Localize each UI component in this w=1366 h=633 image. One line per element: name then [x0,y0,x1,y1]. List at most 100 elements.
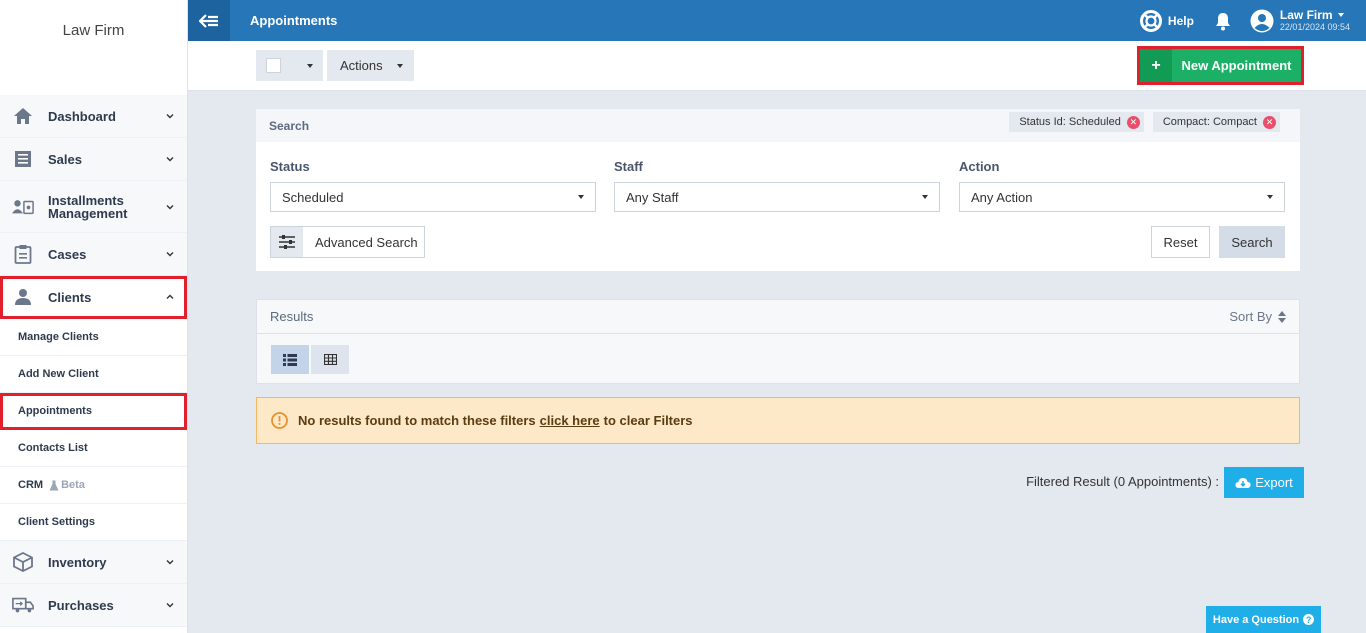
filter-chip-label: Status Id: Scheduled [1019,116,1121,128]
export-button[interactable]: Export [1224,467,1304,498]
sidebar-subitem-label: CRM [18,479,44,491]
status-value: Scheduled [282,189,344,205]
clipboard-icon [12,244,34,264]
lifebuoy-icon [1139,9,1162,32]
sidebar: Law Firm Dashboard Sales Installments Ma… [0,0,188,633]
user-datetime: 22/01/2024 09:54 [1279,21,1350,32]
caret-down-icon [1267,195,1273,199]
user-avatar-icon [1250,9,1274,32]
sort-by-button[interactable]: Sort By [1229,309,1286,324]
page-title: Appointments [250,13,338,28]
notifications-button[interactable] [1214,11,1232,31]
search-panel-header: Search Status Id: Scheduled ✕ Compact: C… [256,109,1300,142]
actions-dropdown[interactable]: Actions [327,50,414,81]
select-all-dropdown[interactable] [256,50,323,81]
plus-icon: + [1140,49,1172,82]
bell-icon [1215,12,1230,30]
new-appointment-button[interactable]: + New Appointment [1137,46,1304,85]
reset-button[interactable]: Reset [1151,226,1210,258]
sort-icon [1278,310,1286,323]
have-a-question-label: Have a Question [1212,613,1300,626]
installments-icon [12,197,34,217]
user-name: Law Firm [1279,7,1333,22]
list-view-button[interactable] [271,345,309,374]
select-all-checkbox[interactable] [266,58,281,73]
sidebar-subitem-client-settings[interactable]: Client Settings [0,504,187,541]
table-icon [323,354,337,365]
sidebar-subitem-appointments[interactable]: Appointments [0,393,187,430]
beta-badge: Beta [49,479,85,491]
status-label: Status [270,159,310,174]
chevron-down-icon [166,114,174,119]
action-select[interactable]: Any Action [959,182,1285,212]
sidebar-item-dashboard[interactable]: Dashboard [0,95,187,138]
advanced-search-label: Advanced Search [315,234,418,250]
sidebar-subitem-add-new-client[interactable]: Add New Client [0,356,187,393]
truck-icon [12,595,34,615]
sidebar-item-cases[interactable]: Cases [0,233,187,276]
action-value: Any Action [971,189,1033,205]
view-toggle [271,345,349,374]
alert-text-after: to clear Filters [603,413,693,428]
results-header: Results Sort By [257,300,1299,334]
remove-filter-icon[interactable]: ✕ [1126,115,1140,129]
no-results-alert: No results found to match these filters … [256,397,1300,444]
sidebar-item-label: Inventory [48,554,107,570]
sidebar-subitem-manage-clients[interactable]: Manage Clients [0,319,187,356]
sidebar-subitem-crm[interactable]: CRM Beta [0,467,187,504]
filtered-result-text: Filtered Result (0 Appointments) : [1026,474,1219,489]
results-panel: Results Sort By [256,299,1300,384]
clear-filters-link[interactable]: click here [540,413,600,428]
home-icon [12,106,34,126]
top-bar: Appointments Help Law Firm 22/01/2024 09… [188,0,1366,41]
sidebar-item-label: Sales [48,151,82,167]
sort-by-label: Sort By [1229,309,1272,324]
filter-chip: Status Id: Scheduled ✕ [1009,112,1144,132]
help-button[interactable]: Help [1139,9,1194,32]
sidebar-item-clients[interactable]: Clients [0,276,187,319]
caret-down-icon [307,63,313,68]
action-label: Action [959,159,1000,174]
user-menu[interactable]: Law Firm 22/01/2024 09:54 [1250,7,1350,33]
search-button[interactable]: Search [1219,226,1285,258]
staff-value: Any Staff [626,189,679,205]
caret-down-icon [1337,13,1344,17]
chevron-down-icon [166,157,174,162]
chevron-down-icon [166,204,174,209]
table-view-button[interactable] [311,345,349,374]
staff-select[interactable]: Any Staff [614,182,940,212]
results-title: Results [270,309,314,324]
remove-filter-icon[interactable]: ✕ [1263,115,1276,129]
chevron-down-icon [166,252,174,257]
sidebar-item-sales[interactable]: Sales [0,138,187,181]
status-select[interactable]: Scheduled [270,182,596,212]
sidebar-item-inventory[interactable]: Inventory [0,541,187,584]
chevron-down-icon [166,603,174,608]
question-icon: ? [1303,614,1315,625]
beta-label: Beta [61,479,85,491]
advanced-search-button[interactable]: Advanced Search [270,226,425,258]
caret-down-icon [578,195,584,199]
new-appointment-label: New Appointment [1172,49,1301,82]
have-a-question-button[interactable]: Have a Question ? [1206,606,1321,633]
caret-down-icon [397,63,403,68]
help-label: Help [1167,13,1194,28]
client-icon [12,287,34,307]
list-icon [283,353,297,366]
box-icon [12,552,34,572]
chevron-up-icon [166,294,174,299]
sidebar-subitem-contacts-list[interactable]: Contacts List [0,430,187,467]
sliders-icon [271,227,303,257]
filter-chip-label: Compact: Compact [1162,116,1257,128]
sidebar-item-purchases[interactable]: Purchases [0,584,187,627]
warning-icon [271,412,288,429]
search-panel: Search Status Id: Scheduled ✕ Compact: C… [256,109,1300,271]
collapse-sidebar-button[interactable] [188,0,230,41]
invoice-icon [12,149,34,169]
chevron-down-icon [166,560,174,565]
brand-name: Law Firm [62,22,125,39]
actions-label: Actions [340,58,383,73]
search-panel-title: Search [269,118,310,133]
alert-text: No results found to match these filters [298,413,536,428]
sidebar-item-installments[interactable]: Installments Management [0,181,187,233]
